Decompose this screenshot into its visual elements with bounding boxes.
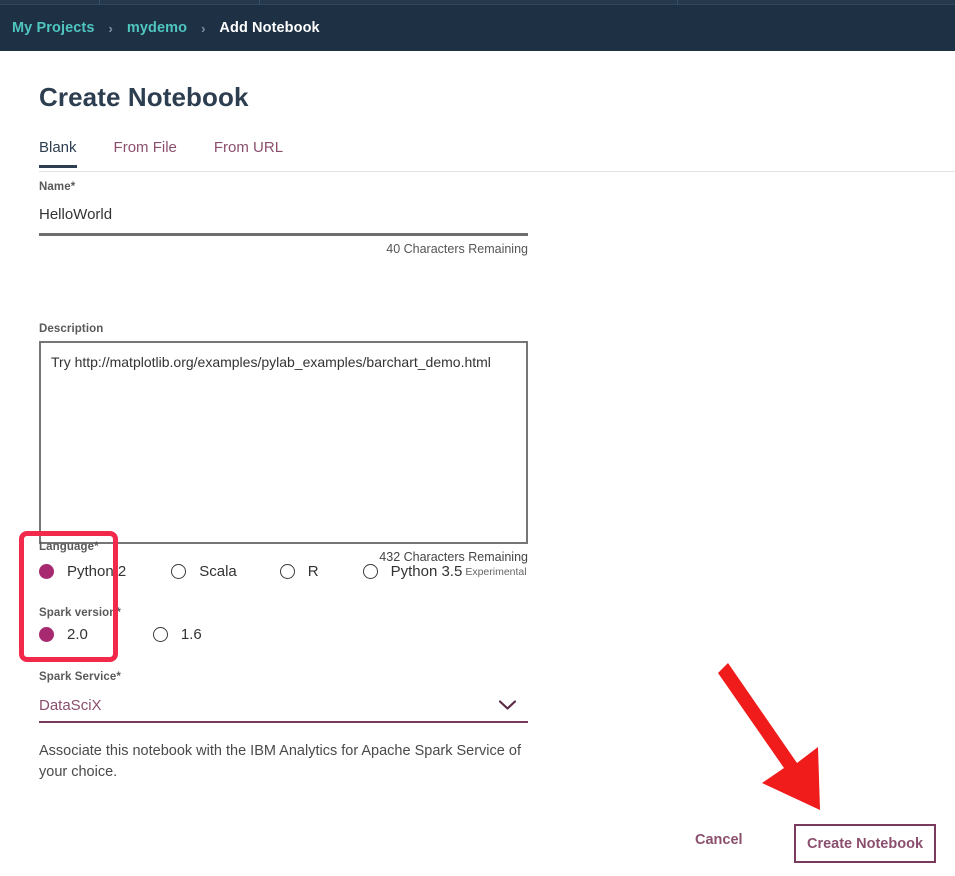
breadcrumb-item-mydemo[interactable]: mydemo — [125, 20, 189, 36]
spark-service-helper-text: Associate this notebook with the IBM Ana… — [39, 743, 521, 780]
radio-label: 1.6 — [180, 626, 202, 643]
tab-blank[interactable]: Blank — [39, 139, 77, 168]
radio-dot-icon — [152, 627, 168, 642]
radio-option-python-35[interactable]: Python 3.5 Experimental — [362, 563, 527, 580]
radio-label: 2.0 — [67, 626, 88, 643]
spark-version-label: Spark version* — [39, 607, 121, 619]
name-input[interactable] — [39, 199, 528, 236]
create-notebook-page: Create Notebook Blank From File From URL… — [0, 51, 955, 876]
chevron-down-icon — [499, 700, 516, 710]
radio-dot-selected-icon — [39, 627, 54, 642]
spark-service-label: Spark Service* — [39, 671, 121, 683]
radio-dot-selected-icon — [39, 564, 54, 579]
radio-option-scala[interactable]: Scala — [171, 563, 237, 580]
description-label: Description — [39, 323, 104, 335]
radio-option-spark-20[interactable]: 2.0 — [39, 626, 88, 643]
radio-dot-icon — [279, 564, 295, 579]
radio-option-r[interactable]: R — [279, 563, 319, 580]
cancel-button[interactable]: Cancel — [689, 831, 749, 849]
radio-dot-icon — [171, 564, 187, 579]
radio-label: R — [307, 563, 319, 580]
spark-service-select[interactable]: DataSciX — [39, 689, 528, 723]
spark-version-radio-group: 2.0 1.6 — [39, 626, 202, 643]
language-label: Language* — [39, 541, 99, 553]
page-title: Create Notebook — [39, 82, 249, 112]
breadcrumb-header: My Projects › mydemo › Add Notebook — [0, 5, 955, 51]
name-character-counter: 40 Characters Remaining — [386, 242, 528, 256]
radio-label: Scala — [199, 563, 237, 580]
tab-from-url[interactable]: From URL — [214, 139, 283, 165]
notebook-source-tabs: Blank From File From URL — [39, 139, 955, 172]
spark-service-selected-value: DataSciX — [39, 696, 102, 714]
radio-label: Python 2 — [67, 563, 127, 580]
tab-from-file[interactable]: From File — [114, 139, 177, 165]
create-notebook-button[interactable]: Create Notebook — [794, 824, 936, 863]
language-radio-group: Python 2 Scala R Python 3.5 Experimental — [39, 563, 527, 580]
radio-dot-icon — [362, 564, 378, 579]
breadcrumb-item-add-notebook: Add Notebook — [219, 20, 320, 36]
radio-label: Python 3.5 — [390, 563, 463, 580]
name-label: Name* — [39, 181, 76, 193]
breadcrumb-separator-icon: › — [108, 20, 113, 36]
radio-option-python-2[interactable]: Python 2 — [39, 563, 126, 580]
experimental-badge: Experimental — [465, 565, 527, 578]
breadcrumb-item-my-projects[interactable]: My Projects — [10, 20, 97, 36]
description-textarea[interactable] — [39, 341, 528, 544]
breadcrumb-separator-icon: › — [201, 20, 206, 36]
radio-option-spark-16[interactable]: 1.6 — [152, 626, 202, 643]
description-character-counter: 432 Characters Remaining — [379, 550, 528, 564]
